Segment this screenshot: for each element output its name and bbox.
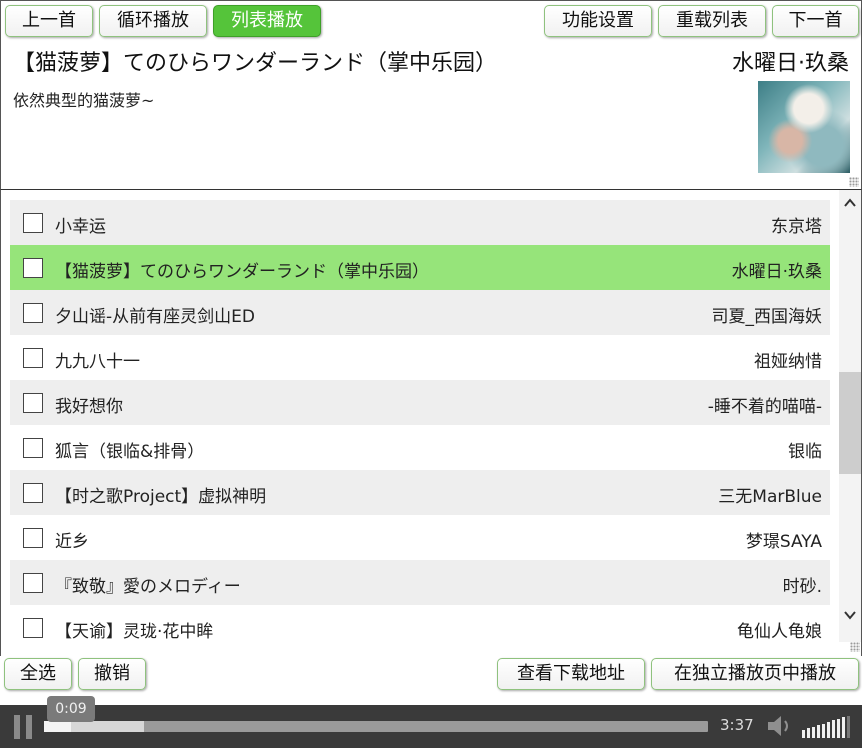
chevron-up-icon[interactable] xyxy=(839,196,861,214)
volume-bar xyxy=(807,728,810,738)
volume-bar xyxy=(847,715,850,738)
song-title: 【猫菠萝】てのひらワンダーランド（掌中乐园） xyxy=(13,51,498,76)
playlist-row[interactable]: 我好想你 -睡不着的喵喵- xyxy=(10,380,830,425)
audio-player: 0:09 3:37 xyxy=(0,696,862,748)
progress-bar[interactable] xyxy=(44,721,708,732)
row-title: 九九八十一 xyxy=(55,352,140,372)
row-checkbox[interactable] xyxy=(23,258,43,278)
scrollbar-thumb[interactable] xyxy=(839,372,861,474)
row-title: 我好想你 xyxy=(55,397,123,417)
duration-label: 3:37 xyxy=(720,716,754,734)
row-artist: -睡不着的喵喵- xyxy=(707,397,822,417)
row-artist: 龟仙人龟娘 xyxy=(737,622,822,642)
row-title: 【天谕】灵珑·花中眸 xyxy=(55,622,214,642)
playlist-row[interactable]: 近乡 梦璟SAYA xyxy=(10,515,830,560)
loop-mode-button[interactable]: 循环播放 xyxy=(99,5,207,37)
now-playing-panel: 上一首 循环播放 列表播放 功能设置 重载列表 下一首 【猫菠萝】てのひらワンダ… xyxy=(0,0,862,190)
row-artist: 水曜日·玖桑 xyxy=(731,262,822,282)
progress-played xyxy=(44,721,71,732)
volume-bar xyxy=(837,718,840,738)
volume-bar xyxy=(827,722,830,738)
row-artist: 梦璟SAYA xyxy=(745,532,822,552)
volume-bar xyxy=(802,730,805,738)
volume-icon[interactable] xyxy=(766,714,794,738)
row-checkbox[interactable] xyxy=(23,438,43,458)
row-artist: 东京塔 xyxy=(771,217,822,237)
row-artist: 祖娅纳惜 xyxy=(754,352,822,372)
playlist-row[interactable]: 夕山谣-从前有座灵剑山ED 司夏_西国海妖 xyxy=(10,290,830,335)
list-mode-button[interactable]: 列表播放 xyxy=(213,5,321,37)
chevron-down-icon[interactable] xyxy=(839,608,861,626)
next-button[interactable]: 下一首 xyxy=(772,5,859,37)
playlist-scrollbar[interactable] xyxy=(839,190,861,642)
row-artist: 时砂. xyxy=(782,577,822,597)
playlist-row[interactable]: 九九八十一 祖娅纳惜 xyxy=(10,335,830,380)
playlist-row[interactable]: 【时之歌Project】虚拟神明 三无MarBlue xyxy=(10,470,830,515)
pause-icon[interactable] xyxy=(12,715,34,739)
reload-list-button[interactable]: 重载列表 xyxy=(658,5,766,37)
album-cover xyxy=(758,81,850,173)
song-artist: 水曜日·玖桑 xyxy=(732,51,849,76)
prev-button[interactable]: 上一首 xyxy=(5,5,93,37)
row-checkbox[interactable] xyxy=(23,348,43,368)
row-title: 近乡 xyxy=(55,532,89,552)
row-title: 『致敬』愛のメロディー xyxy=(55,577,241,597)
select-all-button[interactable]: 全选 xyxy=(4,658,72,690)
settings-button[interactable]: 功能设置 xyxy=(544,5,652,37)
playlist-row-playing[interactable]: 【猫菠萝】てのひらワンダーランド（掌中乐园） 水曜日·玖桑 xyxy=(10,245,830,290)
row-checkbox[interactable] xyxy=(23,618,43,638)
volume-bar xyxy=(822,723,825,738)
row-title: 小幸运 xyxy=(55,217,106,237)
playlist-row[interactable]: 小幸运 东京塔 xyxy=(10,200,830,245)
view-download-link-button[interactable]: 查看下载地址 xyxy=(497,658,645,690)
volume-bar xyxy=(817,725,820,738)
playlist-row[interactable]: 【天谕】灵珑·花中眸 龟仙人龟娘 xyxy=(10,605,830,650)
undo-button[interactable]: 撤销 xyxy=(78,658,146,690)
play-in-standalone-button[interactable]: 在独立播放页中播放 xyxy=(651,658,859,690)
volume-bar xyxy=(842,717,845,738)
row-title: 夕山谣-从前有座灵剑山ED xyxy=(55,307,255,327)
row-title: 狐言（银临&排骨） xyxy=(55,442,205,462)
playlist-area: 小幸运 东京塔【猫菠萝】てのひらワンダーランド（掌中乐园） 水曜日·玖桑夕山谣-从前… xyxy=(0,190,862,656)
row-checkbox[interactable] xyxy=(23,213,43,233)
current-time-tooltip: 0:09 xyxy=(47,696,95,722)
playlist-row[interactable]: 『致敬』愛のメロディー 时砂. xyxy=(10,560,830,605)
resize-grip-icon[interactable] xyxy=(849,177,859,187)
row-checkbox[interactable] xyxy=(23,483,43,503)
row-artist: 司夏_西国海妖 xyxy=(711,307,823,327)
row-artist: 三无MarBlue xyxy=(718,487,822,507)
volume-bar xyxy=(832,720,835,738)
volume-bar xyxy=(812,726,815,738)
row-checkbox[interactable] xyxy=(23,393,43,413)
row-title: 【猫菠萝】てのひらワンダーランド（掌中乐园） xyxy=(55,262,429,282)
row-title: 【时之歌Project】虚拟神明 xyxy=(55,487,267,507)
row-checkbox[interactable] xyxy=(23,573,43,593)
song-description: 依然典型的猫菠萝~ xyxy=(13,91,155,110)
playlist-row[interactable]: 狐言（银临&排骨） 银临 xyxy=(10,425,830,470)
volume-slider[interactable] xyxy=(802,714,852,738)
row-checkbox[interactable] xyxy=(23,303,43,323)
playlist: 小幸运 东京塔【猫菠萝】てのひらワンダーランド（掌中乐园） 水曜日·玖桑夕山谣-从前… xyxy=(10,200,830,650)
row-artist: 银临 xyxy=(788,442,822,462)
row-checkbox[interactable] xyxy=(23,528,43,548)
resize-grip-icon[interactable] xyxy=(850,642,860,652)
